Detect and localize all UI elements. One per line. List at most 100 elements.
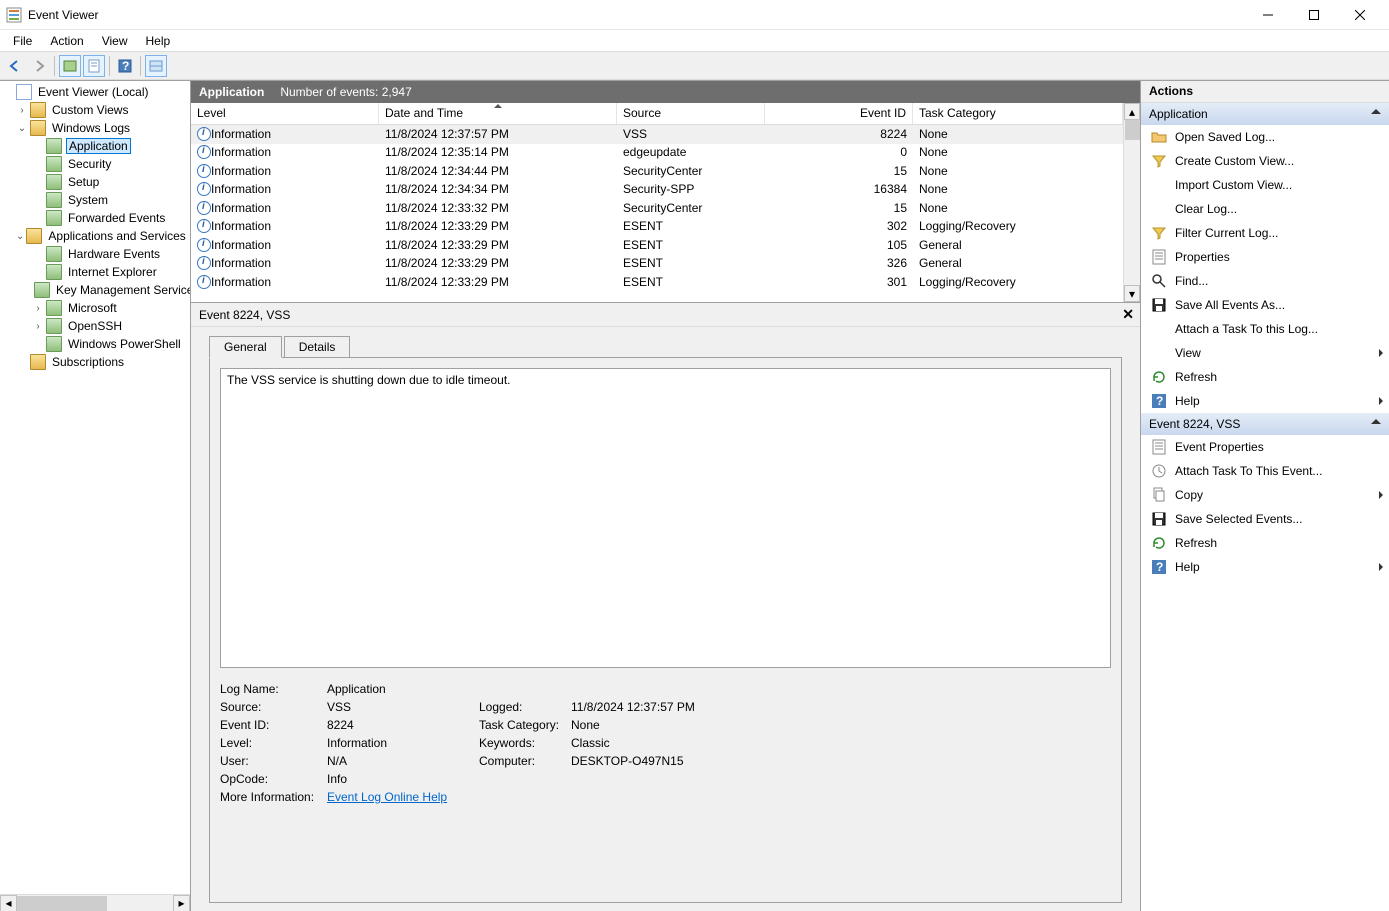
- action-label: Copy: [1175, 488, 1203, 502]
- action-item[interactable]: Refresh: [1141, 365, 1389, 389]
- tree-item[interactable]: Windows PowerShell: [0, 335, 190, 353]
- tree-item[interactable]: System: [0, 191, 190, 209]
- action-item[interactable]: Save All Events As...: [1141, 293, 1389, 317]
- event-row[interactable]: Information11/8/2024 12:35:14 PMedgeupda…: [191, 144, 1123, 163]
- tree-item[interactable]: Setup: [0, 173, 190, 191]
- show-hide-tree-button[interactable]: [59, 55, 81, 77]
- event-id: 302: [765, 219, 913, 233]
- tree-item[interactable]: Hardware Events: [0, 245, 190, 263]
- svg-text:?: ?: [122, 59, 129, 73]
- menu-action[interactable]: Action: [41, 32, 92, 50]
- prop-user-label: User:: [220, 754, 325, 768]
- tree-item[interactable]: Security: [0, 155, 190, 173]
- action-item[interactable]: View: [1141, 341, 1389, 365]
- col-eventid[interactable]: Event ID: [765, 103, 913, 124]
- action-item[interactable]: Properties: [1141, 245, 1389, 269]
- forward-button[interactable]: [28, 55, 50, 77]
- tree-toggle-icon[interactable]: ›: [16, 105, 28, 116]
- event-row[interactable]: Information11/8/2024 12:34:44 PMSecurity…: [191, 162, 1123, 181]
- event-grid[interactable]: Level Date and Time Source Event ID Task…: [191, 103, 1123, 302]
- grid-header[interactable]: Level Date and Time Source Event ID Task…: [191, 103, 1123, 125]
- action-item[interactable]: Open Saved Log...: [1141, 125, 1389, 149]
- prop-logname-value: Application: [327, 682, 477, 696]
- event-source: edgeupdate: [617, 145, 765, 159]
- tree-item[interactable]: Application: [0, 137, 190, 155]
- actions-section-application[interactable]: Application: [1141, 103, 1389, 125]
- event-log-online-help-link[interactable]: Event Log Online Help: [327, 790, 447, 804]
- action-item[interactable]: Save Selected Events...: [1141, 507, 1389, 531]
- close-button[interactable]: [1337, 0, 1383, 30]
- action-item[interactable]: Event Properties: [1141, 435, 1389, 459]
- prop-opcode-value: Info: [327, 772, 477, 786]
- col-level[interactable]: Level: [191, 103, 379, 124]
- properties-button[interactable]: [83, 55, 105, 77]
- action-item[interactable]: Attach a Task To this Log...: [1141, 317, 1389, 341]
- event-row[interactable]: Information11/8/2024 12:37:57 PMVSS8224N…: [191, 125, 1123, 144]
- help-button[interactable]: ?: [114, 55, 136, 77]
- event-row[interactable]: Information11/8/2024 12:33:29 PMESENT301…: [191, 273, 1123, 292]
- tree-toggle-icon[interactable]: ›: [32, 321, 44, 332]
- action-item[interactable]: Copy: [1141, 483, 1389, 507]
- tree-node-icon: [34, 282, 50, 298]
- tree-toggle-icon[interactable]: ⌄: [16, 231, 24, 242]
- tab-general[interactable]: General: [209, 336, 282, 358]
- col-source[interactable]: Source: [617, 103, 765, 124]
- action-item[interactable]: ?Help: [1141, 389, 1389, 413]
- tree-node-icon: [30, 120, 46, 136]
- scroll-right-button[interactable]: ▸: [173, 895, 190, 911]
- tree-item[interactable]: ⌄Windows Logs: [0, 119, 190, 137]
- tree-item[interactable]: Event Viewer (Local): [0, 83, 190, 101]
- scroll-up-button[interactable]: ▴: [1124, 103, 1140, 120]
- tree-item[interactable]: Subscriptions: [0, 353, 190, 371]
- back-button[interactable]: [4, 55, 26, 77]
- tree-hscrollbar[interactable]: ◂ ▸: [0, 894, 190, 911]
- preview-pane-button[interactable]: [145, 55, 167, 77]
- tree-item[interactable]: Internet Explorer: [0, 263, 190, 281]
- tree-item[interactable]: Key Management Service: [0, 281, 190, 299]
- detail-close-button[interactable]: ✕: [1122, 306, 1134, 323]
- nav-tree[interactable]: Event Viewer (Local)›Custom Views⌄Window…: [0, 81, 190, 894]
- menu-view[interactable]: View: [93, 32, 137, 50]
- action-item[interactable]: Create Custom View...: [1141, 149, 1389, 173]
- event-row[interactable]: Information11/8/2024 12:33:32 PMSecurity…: [191, 199, 1123, 218]
- scroll-thumb[interactable]: [1125, 120, 1140, 140]
- tab-details[interactable]: Details: [284, 336, 351, 358]
- event-row[interactable]: Information11/8/2024 12:33:29 PMESENT105…: [191, 236, 1123, 255]
- event-row[interactable]: Information11/8/2024 12:33:29 PMESENT302…: [191, 218, 1123, 237]
- event-level: Information: [211, 238, 271, 252]
- maximize-button[interactable]: [1291, 0, 1337, 30]
- event-row[interactable]: Information11/8/2024 12:34:34 PMSecurity…: [191, 181, 1123, 200]
- prop-moreinfo-label: More Information:: [220, 790, 325, 804]
- action-item[interactable]: ?Help: [1141, 555, 1389, 579]
- tree-item[interactable]: ⌄Applications and Services Logs: [0, 227, 190, 245]
- action-item[interactable]: Filter Current Log...: [1141, 221, 1389, 245]
- action-item[interactable]: Import Custom View...: [1141, 173, 1389, 197]
- event-source: ESENT: [617, 238, 765, 252]
- col-task[interactable]: Task Category: [913, 103, 1123, 124]
- grid-vscrollbar[interactable]: ▴ ▾: [1123, 103, 1140, 302]
- tree-toggle-icon[interactable]: ›: [32, 303, 44, 314]
- scroll-down-button[interactable]: ▾: [1124, 285, 1140, 302]
- scroll-thumb[interactable]: [17, 896, 107, 911]
- tree-item[interactable]: ›Custom Views: [0, 101, 190, 119]
- event-level: Information: [211, 256, 271, 270]
- col-date[interactable]: Date and Time: [379, 103, 617, 124]
- actions-section-event[interactable]: Event 8224, VSS: [1141, 413, 1389, 435]
- tree-item[interactable]: ›OpenSSH: [0, 317, 190, 335]
- action-item[interactable]: Attach Task To This Event...: [1141, 459, 1389, 483]
- menu-help[interactable]: Help: [137, 32, 180, 50]
- menu-file[interactable]: File: [4, 32, 41, 50]
- event-row[interactable]: Information11/8/2024 12:33:29 PMESENT326…: [191, 255, 1123, 274]
- tree-item[interactable]: ›Microsoft: [0, 299, 190, 317]
- scroll-left-button[interactable]: ◂: [0, 895, 17, 911]
- action-item[interactable]: Refresh: [1141, 531, 1389, 555]
- action-label: Help: [1175, 560, 1200, 574]
- prop-eventid-label: Event ID:: [220, 718, 325, 732]
- tree-item[interactable]: Forwarded Events: [0, 209, 190, 227]
- event-source: Security-SPP: [617, 182, 765, 196]
- info-icon: [197, 275, 211, 289]
- minimize-button[interactable]: [1245, 0, 1291, 30]
- tree-toggle-icon[interactable]: ⌄: [16, 123, 28, 134]
- action-item[interactable]: Clear Log...: [1141, 197, 1389, 221]
- action-item[interactable]: Find...: [1141, 269, 1389, 293]
